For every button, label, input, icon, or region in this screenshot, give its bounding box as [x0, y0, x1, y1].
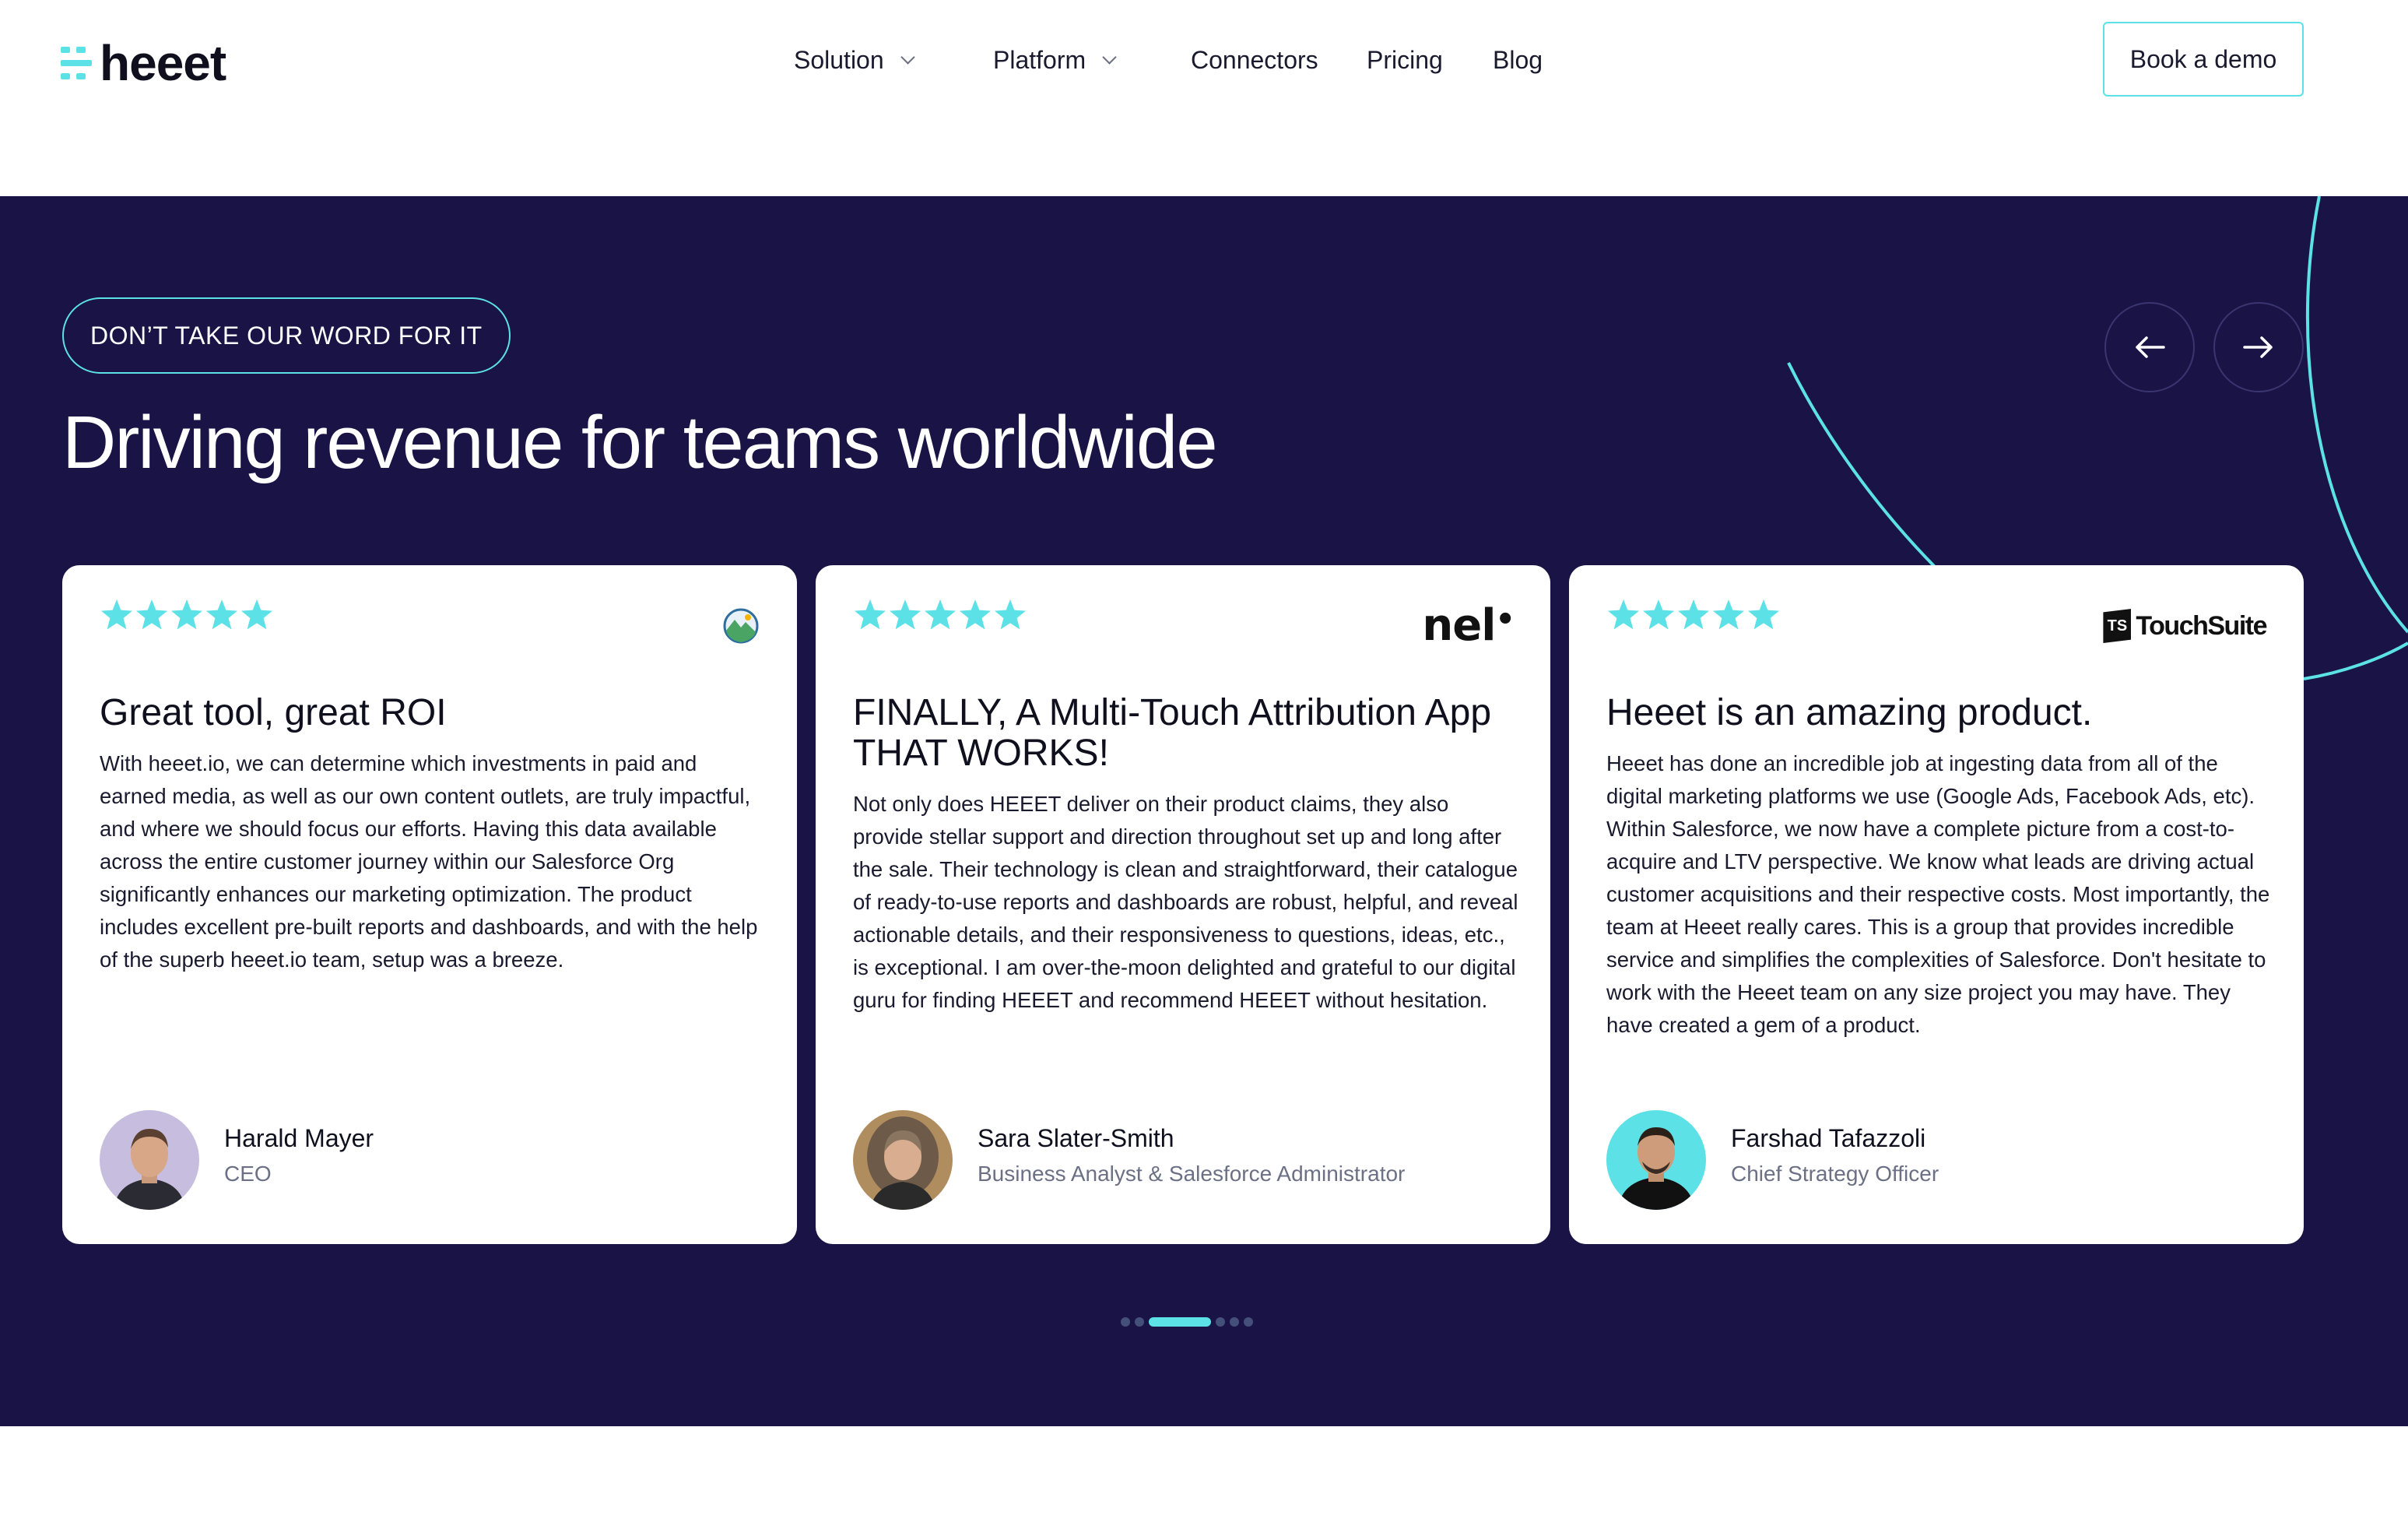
pager-dot-active[interactable]: [1149, 1317, 1211, 1327]
testimonial-card: nel• FINALLY, A Multi-Touch Attribution …: [816, 565, 1550, 1244]
star-icon: [890, 599, 921, 630]
nav-connectors[interactable]: Connectors: [1191, 40, 1318, 79]
nav-blog-label: Blog: [1493, 45, 1543, 74]
arrow-right-icon: [2243, 336, 2273, 358]
star-icon: [995, 599, 1026, 630]
star-icon: [171, 599, 202, 630]
avatar: [100, 1110, 199, 1210]
book-demo-button[interactable]: Book a demo: [2103, 22, 2304, 97]
star-icon: [1713, 599, 1744, 630]
nav-platform-label: Platform: [993, 45, 1086, 74]
star-icon: [136, 599, 167, 630]
star-icon: [101, 599, 132, 630]
eyebrow-pill: DON’T TAKE OUR WORD FOR IT: [62, 297, 511, 374]
chevron-down-icon: [1102, 49, 1117, 65]
nav-pricing[interactable]: Pricing: [1367, 40, 1443, 79]
star-icon: [855, 599, 886, 630]
carousel-pager: [0, 1317, 2408, 1327]
pager-dot[interactable]: [1121, 1317, 1130, 1327]
testimonial-body: Not only does HEEET deliver on their pro…: [853, 792, 1518, 1012]
star-icon: [1643, 599, 1674, 630]
star-icon: [1678, 599, 1709, 630]
nav-pricing-label: Pricing: [1367, 45, 1443, 74]
person-role: Chief Strategy Officer: [1731, 1162, 1939, 1186]
star-rating: [100, 598, 275, 632]
testimonial-card: TS TouchSuite Heeet is an amazing produc…: [1569, 565, 2304, 1244]
pager-dot[interactable]: [1216, 1317, 1225, 1327]
person-name: Farshad Tafazzoli: [1731, 1124, 1926, 1152]
pager-dot[interactable]: [1230, 1317, 1239, 1327]
person-name: Harald Mayer: [224, 1124, 374, 1152]
avatar: [853, 1110, 953, 1210]
testimonial-body: With heeet.io, we can determine which in…: [100, 751, 758, 972]
mountain-globe-logo: [723, 608, 759, 644]
main-nav: Solution Platform Connectors Pricing Blo…: [0, 40, 2408, 79]
star-icon: [925, 599, 956, 630]
person-role: Business Analyst & Salesforce Administra…: [978, 1162, 1406, 1186]
next-button[interactable]: [2213, 302, 2304, 392]
touchsuite-mark-icon: TS: [2103, 609, 2132, 643]
section-headline: Driving revenue for teams worldwide: [62, 401, 1218, 484]
nav-connectors-label: Connectors: [1191, 45, 1318, 74]
star-icon: [206, 599, 237, 630]
nav-platform[interactable]: Platform: [993, 40, 1117, 79]
star-rating: [1606, 598, 1781, 632]
arrow-left-icon: [2136, 336, 2165, 358]
testimonial-title: FINALLY, A Multi-Touch Attribution App T…: [853, 692, 1492, 774]
star-icon: [241, 599, 272, 630]
pager-dot[interactable]: [1135, 1317, 1144, 1327]
testimonial-title: Heeet is an amazing product.: [1606, 692, 2093, 733]
star-icon: [1748, 599, 1779, 630]
prev-button[interactable]: [2104, 302, 2195, 392]
testimonial-card: Great tool, great ROI With heeet.io, we …: [62, 565, 797, 1244]
testimonial-body: Heeet has done an incredible job at inge…: [1606, 751, 2270, 1037]
person-role: CEO: [224, 1162, 272, 1186]
touchsuite-logo: TS TouchSuite: [2103, 609, 2267, 643]
testimonial-title: Great tool, great ROI: [100, 692, 447, 733]
nav-solution-label: Solution: [794, 45, 884, 74]
testimonials-section: DON’T TAKE OUR WORD FOR IT Driving reven…: [0, 196, 2408, 1426]
nav-solution[interactable]: Solution: [794, 40, 915, 79]
star-icon: [960, 599, 991, 630]
nav-blog[interactable]: Blog: [1493, 40, 1543, 79]
star-icon: [1608, 599, 1639, 630]
person-name: Sara Slater-Smith: [978, 1124, 1174, 1152]
avatar: [1606, 1110, 1706, 1210]
pager-dot[interactable]: [1244, 1317, 1253, 1327]
site-header: heeet Solution Platform Connectors Prici…: [0, 0, 2408, 196]
nel-logo: nel•: [1422, 600, 1515, 651]
chevron-down-icon: [900, 49, 915, 65]
star-rating: [853, 598, 1028, 632]
